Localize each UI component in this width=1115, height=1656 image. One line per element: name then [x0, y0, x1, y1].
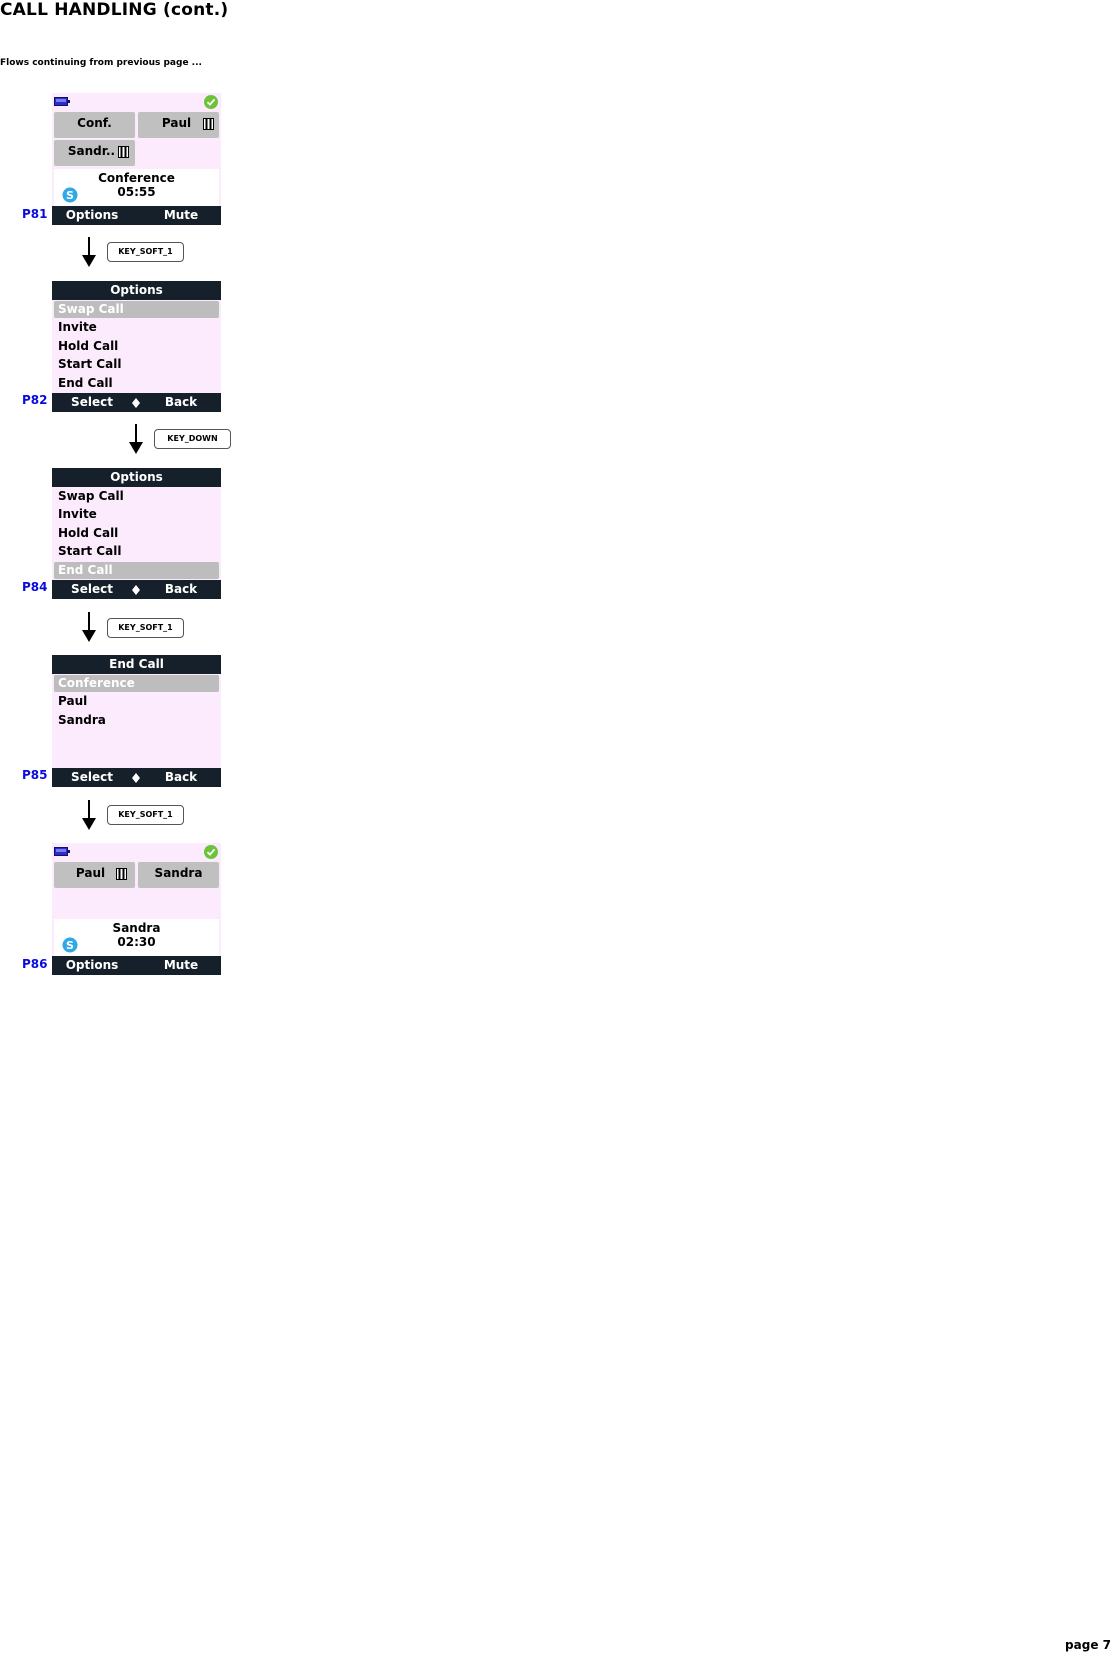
call-name: Conference — [98, 171, 175, 185]
skype-icon: S — [62, 937, 78, 953]
softkey-bar: Options Mute — [52, 956, 221, 975]
softkey-options[interactable]: Options — [52, 958, 132, 972]
svg-text:S: S — [66, 939, 74, 952]
up-down-nav-icon — [132, 398, 140, 408]
page-number: page 7 — [1065, 1638, 1111, 1652]
menu-item-hold-call[interactable]: Hold Call — [54, 338, 219, 355]
screen-p86: Paul Sandra Sandra 02:30 S Options Mute — [52, 843, 221, 975]
skype-icon: S — [62, 187, 78, 203]
screen-p84: Options Swap Call Invite Hold Call Start… — [52, 468, 221, 599]
screen-id-p82: P82 — [22, 393, 48, 407]
menu-title: Options — [52, 281, 221, 300]
key-label-soft-1: KEY_SOFT_1 — [107, 618, 184, 638]
call-duration: 02:30 — [117, 935, 156, 949]
arrow-down-icon — [129, 424, 143, 454]
call-tile-conference[interactable]: Conf. — [54, 112, 135, 138]
call-tile-sandra[interactable]: Sandra — [138, 862, 219, 888]
menu-item-end-call[interactable]: End Call — [54, 562, 219, 579]
screen-id-p85: P85 — [22, 768, 48, 782]
menu-item-conference[interactable]: Conference — [54, 675, 219, 692]
menu-item-swap-call[interactable]: Swap Call — [54, 301, 219, 318]
call-info-box: Sandra 02:30 S — [54, 919, 219, 956]
screen-p81: Conf. Paul Sandr.. Conference 05:55 S Op… — [52, 93, 221, 225]
call-duration: 05:55 — [117, 185, 156, 199]
call-tile-paul[interactable]: Paul — [138, 112, 219, 138]
softkey-bar: Select Back — [52, 393, 221, 412]
screen-id-p81: P81 — [22, 207, 48, 221]
screen-p85: End Call Conference Paul Sandra Select B… — [52, 655, 221, 787]
status-bar — [52, 93, 221, 111]
softkey-back[interactable]: Back — [141, 770, 221, 784]
key-label-soft-1: KEY_SOFT_1 — [107, 242, 184, 262]
check-icon — [204, 95, 218, 109]
arrow-down-icon — [82, 800, 96, 830]
hold-icon — [116, 868, 127, 880]
softkey-options[interactable]: Options — [52, 208, 132, 222]
softkey-select[interactable]: Select — [52, 395, 132, 409]
arrow-down-icon — [82, 612, 96, 642]
softkey-mute[interactable]: Mute — [141, 958, 221, 972]
softkey-back[interactable]: Back — [141, 582, 221, 596]
arrow-down-icon — [82, 237, 96, 267]
softkey-bar: Select Back — [52, 768, 221, 787]
menu-item-start-call[interactable]: Start Call — [54, 543, 219, 560]
softkey-mute[interactable]: Mute — [141, 208, 221, 222]
battery-icon — [54, 847, 70, 856]
call-tile-sandra[interactable]: Sandr.. — [54, 140, 135, 166]
menu-title: Options — [52, 468, 221, 487]
check-icon — [204, 845, 218, 859]
screen-p82: Options Swap Call Invite Hold Call Start… — [52, 281, 221, 412]
screen-id-p84: P84 — [22, 580, 48, 594]
softkey-bar: Options Mute — [52, 206, 221, 225]
menu-item-paul[interactable]: Paul — [54, 693, 219, 710]
page-subtitle: Flows continuing from previous page ... — [0, 58, 202, 68]
hold-icon — [203, 118, 214, 130]
menu-item-invite[interactable]: Invite — [54, 319, 219, 336]
svg-text:S: S — [66, 189, 74, 202]
key-label-down: KEY_DOWN — [154, 429, 231, 449]
menu-item-sandra[interactable]: Sandra — [54, 712, 219, 729]
softkey-back[interactable]: Back — [141, 395, 221, 409]
menu-item-invite[interactable]: Invite — [54, 506, 219, 523]
hold-icon — [118, 146, 129, 158]
key-label-soft-1: KEY_SOFT_1 — [107, 805, 184, 825]
softkey-select[interactable]: Select — [52, 770, 132, 784]
menu-title: End Call — [52, 655, 221, 674]
page-title: CALL HANDLING (cont.) — [0, 0, 229, 20]
battery-icon — [54, 97, 70, 106]
call-info-box: Conference 05:55 S — [54, 169, 219, 206]
menu-item-start-call[interactable]: Start Call — [54, 356, 219, 373]
up-down-nav-icon — [132, 585, 140, 595]
menu-item-swap-call[interactable]: Swap Call — [54, 488, 219, 505]
menu-item-hold-call[interactable]: Hold Call — [54, 525, 219, 542]
call-name: Sandra — [112, 921, 161, 935]
screen-id-p86: P86 — [22, 957, 48, 971]
status-bar — [52, 843, 221, 861]
up-down-nav-icon — [132, 773, 140, 783]
softkey-select[interactable]: Select — [52, 582, 132, 596]
call-tile-paul[interactable]: Paul — [54, 862, 135, 888]
menu-item-end-call[interactable]: End Call — [54, 375, 219, 392]
softkey-bar: Select Back — [52, 580, 221, 599]
